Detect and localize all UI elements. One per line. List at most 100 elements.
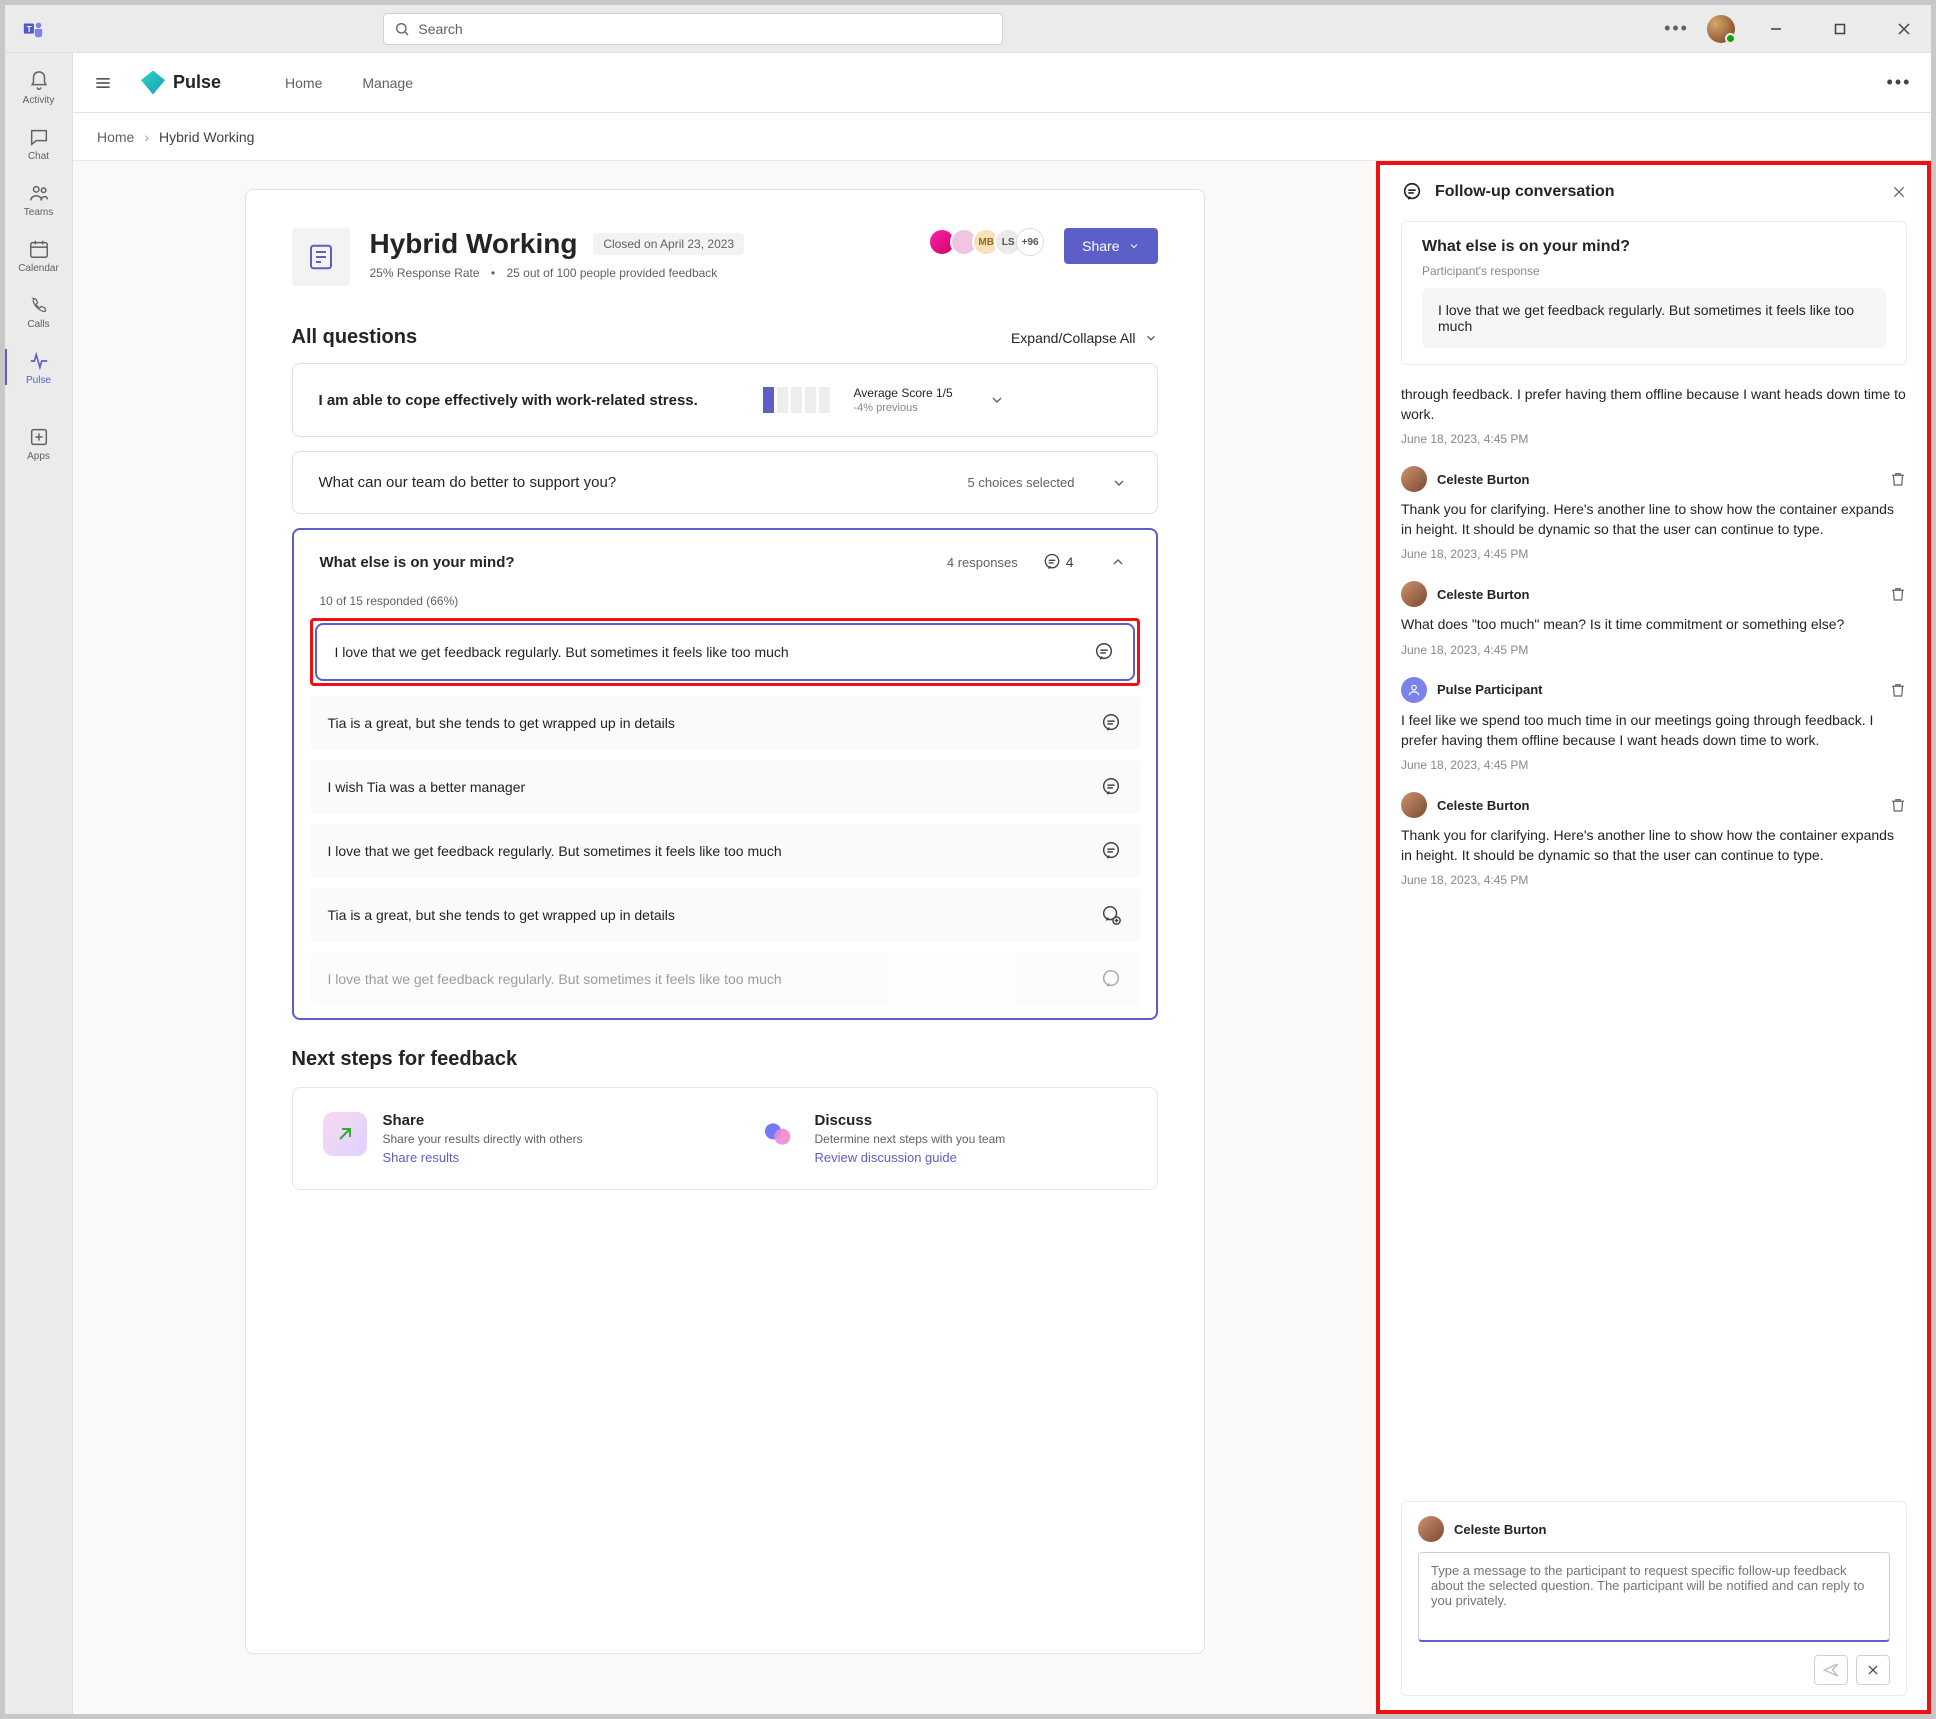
window-close[interactable]: [1881, 13, 1927, 45]
close-panel-icon[interactable]: [1891, 184, 1907, 200]
pulse-brand-icon: [141, 71, 165, 95]
comment-count[interactable]: 4: [1042, 552, 1074, 572]
next-sub: Share your results directly with others: [383, 1132, 583, 1146]
people-icon: [27, 181, 51, 205]
compose-input[interactable]: [1418, 1552, 1890, 1642]
tab-manage[interactable]: Manage: [362, 75, 413, 91]
send-button[interactable]: [1814, 1655, 1848, 1685]
rail-teams[interactable]: Teams: [5, 171, 73, 227]
message: Celeste Burton What does "too much" mean…: [1401, 581, 1907, 657]
avatar: [1401, 792, 1427, 818]
response-text: I love that we get feedback regularly. B…: [328, 971, 1086, 987]
global-search[interactable]: Search: [383, 13, 1003, 45]
response-item[interactable]: Tia is a great, but she tends to get wra…: [310, 888, 1140, 942]
response-item[interactable]: I love that we get feedback regularly. B…: [317, 625, 1133, 679]
search-placeholder: Search: [418, 21, 462, 37]
delete-message-icon[interactable]: [1889, 585, 1907, 603]
response-item[interactable]: I love that we get feedback regularly. B…: [310, 824, 1140, 878]
window-minimize[interactable]: [1753, 13, 1799, 45]
delete-message-icon[interactable]: [1889, 681, 1907, 699]
hamburger-icon[interactable]: [89, 69, 117, 97]
rail-apps[interactable]: Apps: [5, 415, 73, 471]
message: Celeste Burton Thank you for clarifying.…: [1401, 792, 1907, 887]
box-quote: I love that we get feedback regularly. B…: [1422, 288, 1886, 348]
response-item[interactable]: Tia is a great, but she tends to get wra…: [310, 696, 1140, 750]
message-author: Celeste Burton: [1437, 587, 1529, 602]
message: through feedback. I prefer having them o…: [1401, 385, 1907, 446]
window-maximize[interactable]: [1817, 13, 1863, 45]
response-item[interactable]: I wish Tia was a better manager: [310, 760, 1140, 814]
message-time: June 18, 2023, 4:45 PM: [1401, 643, 1907, 657]
next-link[interactable]: Review discussion guide: [815, 1150, 957, 1165]
chevron-down-icon: [1128, 240, 1140, 252]
tab-home[interactable]: Home: [285, 75, 322, 91]
rail-activity[interactable]: Activity: [5, 59, 73, 115]
chat-bubble-icon: [1100, 776, 1122, 798]
response-item[interactable]: I love that we get feedback regularly. B…: [310, 952, 1140, 1006]
followup-title: Follow-up conversation: [1435, 183, 1615, 201]
question-card[interactable]: I am able to cope effectively with work-…: [292, 363, 1158, 437]
rail-chat[interactable]: Chat: [5, 115, 73, 171]
question-text: What else is on your mind?: [320, 554, 923, 571]
chevron-down-icon: [985, 392, 1009, 408]
title-bar: T Search •••: [5, 5, 1931, 53]
next-discuss: Discuss Determine next steps with you te…: [755, 1112, 1127, 1165]
chat-bubble-icon: [1100, 840, 1122, 862]
survey-scroll[interactable]: Hybrid Working Closed on April 23, 2023 …: [73, 161, 1376, 1714]
conversation-icon: [1401, 181, 1423, 203]
calendar-icon: [27, 237, 51, 261]
message-author: Celeste Burton: [1437, 798, 1529, 813]
user-avatar[interactable]: [1707, 15, 1735, 43]
chat-bubble-icon: [1100, 968, 1122, 990]
rail-calendar[interactable]: Calendar: [5, 227, 73, 283]
rail-label: Apps: [27, 451, 50, 462]
participants-faces[interactable]: MB LS +96: [934, 228, 1044, 256]
next-sub: Determine next steps with you team: [815, 1132, 1006, 1146]
cancel-button[interactable]: [1856, 1655, 1890, 1685]
box-question: What else is on your mind?: [1422, 238, 1886, 256]
crumb-current: Hybrid Working: [159, 129, 254, 145]
apps-icon: [27, 425, 51, 449]
crumb-home[interactable]: Home: [97, 129, 134, 145]
score-delta: -4% previous: [854, 402, 953, 414]
share-label: Share: [1082, 238, 1119, 254]
message-author: Celeste Burton: [1437, 472, 1529, 487]
share-card-icon: [323, 1112, 367, 1156]
delete-message-icon[interactable]: [1889, 470, 1907, 488]
share-button[interactable]: Share: [1064, 228, 1157, 264]
question-card[interactable]: What can our team do better to support y…: [292, 451, 1158, 514]
participant-avatar-icon: [1401, 677, 1427, 703]
expand-collapse-all[interactable]: Expand/Collapse All: [1011, 330, 1158, 346]
question-header[interactable]: What else is on your mind? 4 responses 4: [294, 530, 1156, 594]
next-steps-grid: Share Share your results directly with o…: [292, 1087, 1158, 1190]
response-count: 25 out of 100 people provided feedback: [506, 266, 717, 280]
rail-calls[interactable]: Calls: [5, 283, 73, 339]
app-brand: Pulse: [141, 71, 221, 95]
avatar-more: +96: [1016, 228, 1044, 256]
followup-panel: Follow-up conversation What else is on y…: [1376, 161, 1931, 1714]
chevron-right-icon: ›: [144, 129, 149, 145]
brand-text: Pulse: [173, 72, 221, 93]
breadcrumb: Home › Hybrid Working: [73, 113, 1931, 161]
survey-doc-icon: [292, 228, 350, 286]
followup-scroll[interactable]: What else is on your mind? Participant's…: [1377, 211, 1931, 1495]
send-icon: [1822, 1661, 1840, 1679]
app-more-icon[interactable]: •••: [1883, 67, 1915, 99]
app-rail: Activity Chat Teams Calendar Calls Pulse…: [5, 53, 73, 1714]
choices-selected: 5 choices selected: [968, 475, 1075, 490]
delete-message-icon[interactable]: [1889, 796, 1907, 814]
message-time: June 18, 2023, 4:45 PM: [1401, 547, 1907, 561]
survey-card: Hybrid Working Closed on April 23, 2023 …: [245, 189, 1205, 1654]
score-bars: [763, 387, 830, 413]
more-icon[interactable]: •••: [1664, 18, 1689, 39]
message: Pulse Participant I feel like we spend t…: [1401, 677, 1907, 772]
presence-available-icon: [1725, 33, 1736, 44]
avatar: [1401, 581, 1427, 607]
response-rate: 25% Response Rate: [370, 266, 480, 280]
message-body: I feel like we spend too much time in ou…: [1401, 711, 1907, 750]
bell-icon: [27, 69, 51, 93]
message-body: Thank you for clarifying. Here's another…: [1401, 500, 1907, 539]
next-link[interactable]: Share results: [383, 1150, 460, 1165]
rail-pulse[interactable]: Pulse: [5, 339, 73, 395]
message-time: June 18, 2023, 4:45 PM: [1401, 873, 1907, 887]
